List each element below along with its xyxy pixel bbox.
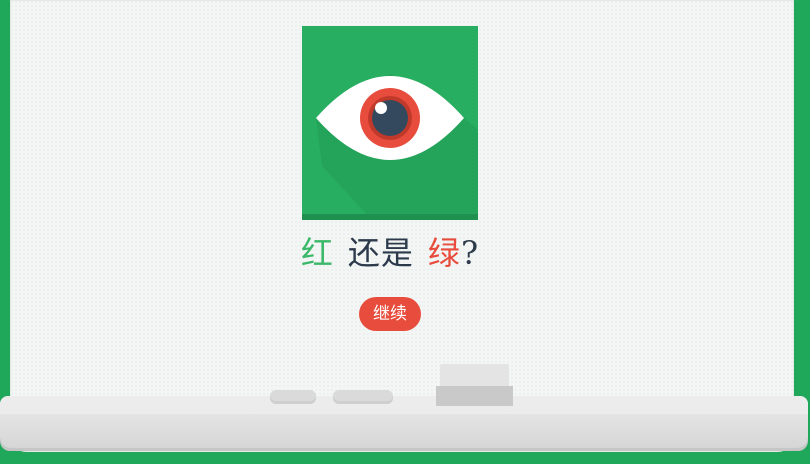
word-connector: 还是 [347,234,414,272]
question-mark: ? [460,234,480,272]
chalk-piece [270,390,316,404]
chalk-tray-lip [0,396,808,414]
continue-button[interactable]: 继续 [359,297,421,331]
question-text: 红还是 绿? [0,231,780,275]
chalk-piece [333,390,393,404]
eraser [436,364,513,406]
word-red: 红 [300,234,334,272]
eye-icon [302,26,478,220]
word-green: 绿 [427,234,461,272]
